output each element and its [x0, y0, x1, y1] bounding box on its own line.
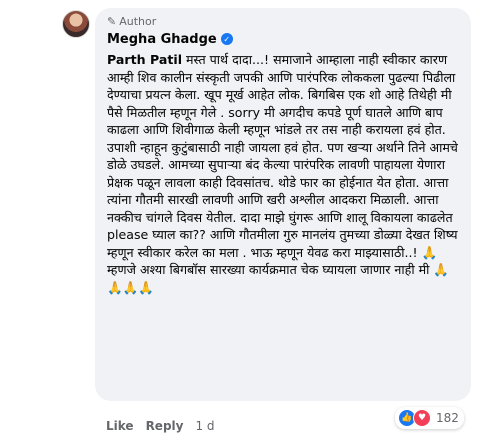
love-reaction-icon: ♥	[413, 409, 431, 427]
comment-actions: Like Reply 1 d	[106, 419, 215, 433]
like-button[interactable]: Like	[106, 419, 134, 433]
reply-button[interactable]: Reply	[146, 419, 184, 433]
reaction-count: 182	[436, 411, 459, 425]
comment-text: मस्त पार्थ दादा...! समाजाने आम्हाला नाही…	[107, 52, 458, 295]
mention-link[interactable]: Parth Patil	[107, 52, 182, 67]
verified-check-icon: ✓	[220, 33, 233, 45]
author-avatar[interactable]	[62, 10, 90, 38]
pencil-icon: ✎	[107, 14, 117, 28]
reaction-summary[interactable]: 👍 ♥ 182	[395, 407, 464, 429]
author-badge-label: Author	[119, 14, 157, 28]
author-name-row: Megha Ghadge ✓	[107, 30, 461, 48]
author-badge: ✎ Author	[107, 14, 461, 28]
comment-timestamp[interactable]: 1 d	[195, 419, 214, 433]
comment-text-block: Parth Patil मस्त पार्थ दादा...! समाजाने …	[107, 51, 461, 296]
author-name[interactable]: Megha Ghadge	[107, 32, 217, 47]
comment-bubble: ✎ Author Megha Ghadge ✓ Parth Patil मस्त…	[95, 8, 471, 401]
